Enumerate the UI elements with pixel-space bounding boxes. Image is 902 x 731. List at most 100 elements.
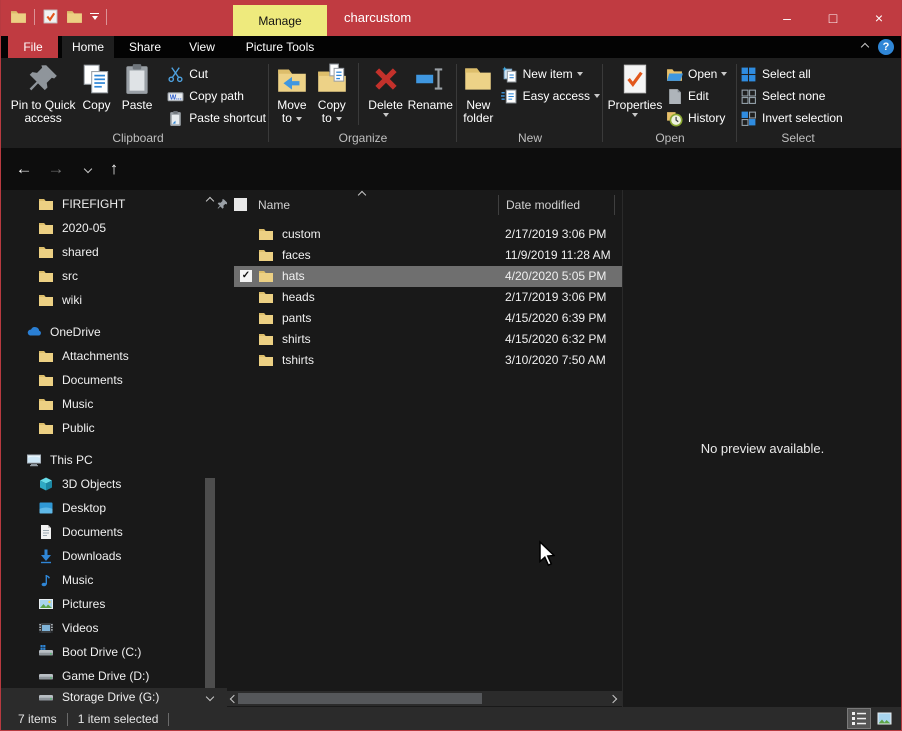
scroll-down-icon[interactable]: [206, 693, 214, 701]
desktop-icon: [38, 500, 54, 516]
large-icons-view-button[interactable]: [873, 709, 895, 728]
copy-path-button[interactable]: Copy path: [167, 85, 266, 107]
invert-selection-button[interactable]: Invert selection: [740, 107, 843, 129]
select-none-button[interactable]: Select none: [740, 85, 843, 107]
ribbon: Pin to Quick access Copy Paste Cut: [0, 58, 902, 148]
minimize-button[interactable]: –: [764, 0, 810, 36]
scroll-up-icon[interactable]: [206, 197, 214, 205]
file-row-shirts[interactable]: shirts 4/15/2020 6:32 PM: [227, 329, 622, 350]
forward-icon[interactable]: →: [44, 157, 68, 181]
paste-button[interactable]: Paste: [117, 61, 158, 112]
delete-button[interactable]: Delete: [365, 61, 407, 117]
window-controls: – □ ×: [764, 0, 902, 36]
folder-icon: [38, 244, 54, 260]
file-row-custom[interactable]: custom 2/17/2019 3:06 PM: [227, 224, 622, 245]
button-divider: [358, 63, 359, 125]
file-row-pants[interactable]: pants 4/15/2020 6:39 PM: [227, 308, 622, 329]
group-divider: [602, 64, 603, 142]
sidebar-item-onedrive[interactable]: OneDrive: [0, 320, 229, 344]
new-item-icon: [501, 66, 518, 83]
pin-to-quick-access-button[interactable]: Pin to Quick access: [10, 61, 76, 125]
history-button[interactable]: History: [666, 107, 727, 129]
file-row-heads[interactable]: heads 2/17/2019 3:06 PM: [227, 287, 622, 308]
column-header-row: Name Date modified: [227, 190, 622, 218]
column-divider[interactable]: [614, 195, 615, 215]
details-view-button[interactable]: [848, 709, 870, 728]
file-row-faces[interactable]: faces 11/9/2019 11:28 AM: [227, 245, 622, 266]
cube-icon: [38, 476, 54, 492]
cut-button[interactable]: Cut: [167, 63, 266, 85]
back-icon[interactable]: ←: [12, 157, 36, 181]
computer-icon: [26, 452, 42, 468]
easy-access-button[interactable]: Easy access: [501, 85, 600, 107]
film-icon: [38, 620, 54, 636]
dropdown-caret-icon: [577, 72, 583, 76]
new-item-button[interactable]: New item: [501, 63, 600, 85]
group-label-organize: Organize: [272, 131, 454, 145]
open-button[interactable]: Open: [666, 63, 727, 85]
window-title: charcustom: [344, 10, 411, 25]
dropdown-caret-icon: [336, 117, 342, 121]
properties-check-icon[interactable]: [42, 8, 59, 25]
scissors-icon: [167, 66, 184, 83]
recent-locations-chevron-icon[interactable]: [76, 157, 100, 181]
move-to-folder-icon: [275, 62, 309, 96]
selection-count: 1 item selected: [78, 712, 159, 726]
row-checkbox-checked[interactable]: ✓: [240, 270, 252, 282]
sidebar-item-this-pc[interactable]: This PC: [0, 448, 229, 472]
document-icon: [38, 524, 54, 540]
up-icon[interactable]: ↑: [102, 157, 126, 181]
move-to-button[interactable]: Move to: [272, 61, 312, 125]
folder-icon: [258, 331, 274, 347]
new-folder-button[interactable]: New folder: [460, 61, 497, 125]
maximize-button[interactable]: □: [810, 0, 856, 36]
group-label-open: Open: [606, 131, 734, 145]
group-divider: [456, 64, 457, 142]
tab-home[interactable]: Home: [62, 36, 114, 58]
file-row-hats[interactable]: ✓ hats 4/20/2020 5:05 PM: [227, 266, 622, 287]
scrollbar-thumb[interactable]: [238, 693, 482, 704]
paste-shortcut-button[interactable]: Paste shortcut: [167, 107, 266, 129]
collapse-ribbon-icon[interactable]: [861, 43, 869, 51]
folder-icon[interactable]: [10, 8, 27, 25]
select-none-icon: [740, 88, 757, 105]
rename-button[interactable]: Rename: [407, 61, 454, 112]
column-divider[interactable]: [498, 195, 499, 215]
horizontal-scrollbar[interactable]: [227, 691, 622, 706]
file-explorer-window: Manage charcustom – □ × File Home Share …: [0, 0, 902, 731]
edit-page-icon: [666, 88, 683, 105]
tab-share[interactable]: Share: [118, 36, 172, 58]
folder-icon: [38, 396, 54, 412]
details-view-icon: [852, 712, 867, 725]
status-bar: 7 items 1 item selected: [0, 707, 902, 731]
tab-file[interactable]: File: [8, 36, 58, 58]
column-header-name[interactable]: Name: [258, 198, 290, 212]
copy-icon: [80, 62, 114, 96]
close-button[interactable]: ×: [856, 0, 902, 36]
select-all-checkbox[interactable]: [234, 198, 247, 211]
copy-to-button[interactable]: Copy to: [312, 61, 352, 125]
properties-button[interactable]: Properties: [606, 61, 664, 117]
folder-icon[interactable]: [66, 8, 83, 25]
column-header-date-modified[interactable]: Date modified: [506, 198, 580, 212]
scroll-right-icon[interactable]: [609, 695, 617, 703]
tab-view[interactable]: View: [176, 36, 228, 58]
contextual-tab-manage[interactable]: Manage: [233, 5, 327, 36]
preview-empty-message: No preview available.: [701, 441, 825, 456]
scrollbar-thumb[interactable]: [205, 478, 215, 688]
ribbon-group-select: Select all Select none Invert selection …: [740, 58, 856, 148]
edit-button[interactable]: Edit: [666, 85, 727, 107]
red-x-delete-icon: [369, 62, 403, 96]
ribbon-tab-row: File Home Share View Picture Tools ?: [0, 36, 902, 58]
tab-picture-tools[interactable]: Picture Tools: [233, 36, 327, 58]
history-clock-icon: [666, 110, 683, 127]
open-folder-icon: [666, 66, 683, 83]
customize-toolbar-dropdown-icon[interactable]: [90, 13, 99, 21]
file-row-tshirts[interactable]: tshirts 3/10/2020 7:50 AM: [227, 350, 622, 371]
folder-icon: [258, 310, 274, 326]
select-all-button[interactable]: Select all: [740, 63, 843, 85]
copy-button[interactable]: Copy: [76, 61, 117, 112]
scroll-left-icon[interactable]: [230, 695, 238, 703]
help-button[interactable]: ?: [878, 39, 894, 55]
sidebar-scrollbar[interactable]: [203, 190, 217, 707]
